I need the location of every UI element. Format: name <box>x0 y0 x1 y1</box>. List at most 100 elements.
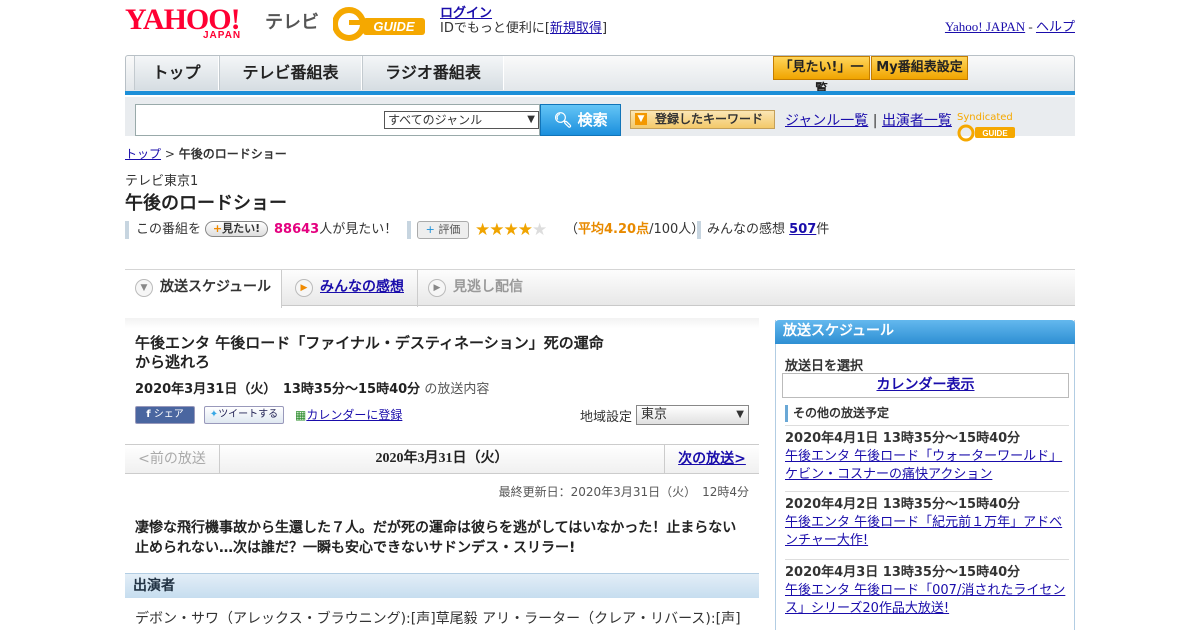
impressions-label: みんなの感想 <box>707 222 786 237</box>
syndicated-label: Syndicated GUIDE <box>957 112 1075 143</box>
wanna-list-button[interactable]: 「見たい!」一覧 <box>773 56 870 97</box>
episode-date-value: 2020年3月31日（火） 13時35分～15時40分 <box>135 382 421 397</box>
tab-impressions[interactable]: ▶ みんなの感想 <box>285 270 415 307</box>
channel-name: テレビ東京1 <box>125 174 199 189</box>
last-updated: 最終更新日：2020年3月31日（火） 12時4分 <box>498 485 749 499</box>
play-icon: ▶ <box>428 279 446 297</box>
impressions-summary: みんなの感想 507件 <box>707 220 829 240</box>
tweet-label: ツイートする <box>218 409 279 420</box>
registered-keyword-button[interactable]: ▼ 登録したキーワード <box>630 110 775 129</box>
rate-button[interactable]: + 評価 <box>417 221 469 239</box>
current-broadcast-date: 2020年3月31日（火） <box>375 451 509 466</box>
stat-divider <box>697 221 701 239</box>
list-item: 2020年4月2日 13時35分～15時40分 午後エンタ 午後ロード「紀元前１… <box>785 491 1069 550</box>
cast-list-link[interactable]: 出演者一覧 <box>882 113 952 129</box>
episode-date: 2020年3月31日（火） 13時35分～15時40分 の放送内容 <box>135 378 489 397</box>
breadcrumb-top[interactable]: トップ <box>125 147 161 161</box>
program-subtabs: ▼ 放送スケジュール ▶ みんなの感想 ▶ 見逃し配信 <box>125 269 1075 308</box>
search-links: ジャンル一覧 | 出演者一覧 <box>785 110 952 130</box>
eval-label: 評価 <box>438 223 461 236</box>
keyword-label: 登録したキーワード <box>655 112 764 126</box>
broadcast-title-link[interactable]: 午後エンタ 午後ロード「紀元前１万年」アドベンチャー大作! <box>785 515 1062 548</box>
calendar-view-button[interactable]: カレンダー表示 <box>782 373 1069 398</box>
prev-broadcast: <前の放送 <box>125 445 220 473</box>
broadcast-pager: <前の放送 2020年3月31日（火） 次の放送> <box>125 444 759 474</box>
this-program-label: この番組を <box>136 222 202 237</box>
region-label: 地域設定 <box>580 410 633 425</box>
broadcast-date: 2020年4月1日 13時35分～15時40分 <box>785 431 1021 446</box>
facebook-share-button[interactable]: f シェア <box>135 406 195 424</box>
stat-divider <box>407 221 411 239</box>
id-text: IDでもっと便利に[ <box>440 21 550 36</box>
schedule-sidebar: 放送スケジュール 放送日を選択 カレンダー表示 その他の放送予定 2020年4月… <box>775 320 1075 630</box>
tweet-button[interactable]: ✦ツイートする <box>204 406 284 424</box>
avg-value: 平均4.20点 <box>578 222 650 237</box>
nav-tab-radio-schedule[interactable]: ラジオ番組表 <box>362 56 504 90</box>
broadcast-date: 2020年4月2日 13時35分～15時40分 <box>785 497 1021 512</box>
svg-text:GUIDE: GUIDE <box>982 129 1008 138</box>
average-rating: （平均4.20点/100人） <box>565 220 704 240</box>
dropdown-arrow-icon: ▼ <box>736 409 744 420</box>
help-link[interactable]: ヘルプ <box>1036 19 1075 34</box>
region-value: 東京 <box>641 407 668 422</box>
tab-schedule-label: 放送スケジュール <box>160 279 272 295</box>
gguide-logo[interactable]: GUIDE <box>333 7 433 41</box>
next-broadcast-cell: 次の放送> <box>664 445 759 473</box>
link-sep: - <box>1025 19 1036 34</box>
genre-select[interactable]: すべてのジャンル ▼ <box>384 111 539 129</box>
nav-tab-top[interactable]: トップ <box>134 56 219 90</box>
login-link[interactable]: ログイン <box>440 6 492 21</box>
nav-accent-bar <box>125 91 1075 95</box>
main-nav: トップ テレビ番組表 ラジオ番組表 「見たい!」一覧 My番組表設定 <box>125 55 1075 97</box>
gguide-small-logo: GUIDE <box>957 124 1015 142</box>
episode-header: 午後エンタ 午後ロード「ファイナル・デスティネーション」死の運命から逃れろ 20… <box>125 318 759 443</box>
link-divider: | <box>872 113 878 129</box>
tab-impressions-label[interactable]: みんなの感想 <box>320 279 404 295</box>
my-schedule-settings-button[interactable]: My番組表設定 <box>871 56 968 80</box>
stat-divider <box>125 221 129 239</box>
broadcast-date: 2020年4月3日 13時35分～15時40分 <box>785 565 1021 580</box>
list-item: 2020年4月1日 13時35分～15時40分 午後エンタ 午後ロード「ウォータ… <box>785 425 1069 484</box>
episode-description: 凄惨な飛行機事故から生還した７人。だが死の運命は彼らを逃がしてはいなかった！止ま… <box>135 520 737 556</box>
share-label: シェア <box>153 409 184 420</box>
signup-link[interactable]: 新規取得 <box>550 21 602 36</box>
calendar-register-link[interactable]: カレンダーに登録 <box>306 408 402 422</box>
breadcrumb: トップ > 午後のロードショー <box>125 145 287 162</box>
yahoo-japan-logo[interactable]: YAHOO! JAPAN <box>125 5 260 42</box>
tab-schedule[interactable]: ▼ 放送スケジュール <box>125 270 282 308</box>
tab-vod-label: 見逃し配信 <box>453 279 523 295</box>
play-icon: ▶ <box>295 279 313 297</box>
breadcrumb-sep: > <box>161 147 179 161</box>
avg-open: （ <box>565 222 579 237</box>
syndicated-text: Syndicated <box>957 112 1013 123</box>
twitter-icon: ✦ <box>209 409 219 420</box>
list-item: 2020年4月3日 13時35分～15時40分 午後エンタ 午後ロード「007/… <box>785 559 1069 618</box>
broadcast-title-link[interactable]: 午後エンタ 午後ロード「ウォーターワールド」ケビン・コスナーの痛快アクション <box>785 449 1062 482</box>
plus-icon: + <box>425 223 435 236</box>
tv-label[interactable]: テレビ <box>265 8 319 34</box>
episode-title: 午後エンタ 午後ロード「ファイナル・デスティネーション」死の運命から逃れろ <box>135 334 604 371</box>
mitai-button[interactable]: +見たい! <box>205 221 268 237</box>
nav-tab-tv-schedule[interactable]: テレビ番組表 <box>219 56 362 90</box>
sidebar-header: 放送スケジュール <box>775 320 1075 344</box>
broadcast-title-link[interactable]: 午後エンタ 午後ロード「007/消されたライセンス」シリーズ20作品大放送! <box>785 583 1065 616</box>
top-right-links: Yahoo! JAPAN - ヘルプ <box>945 16 1075 35</box>
impressions-count-link[interactable]: 507 <box>789 222 816 237</box>
select-date-label: 放送日を選択 <box>785 359 864 374</box>
next-broadcast-link[interactable]: 次の放送> <box>678 451 746 467</box>
want-count: 88643 <box>274 222 320 237</box>
svg-text:GUIDE: GUIDE <box>373 19 415 34</box>
yahoo-japan-link[interactable]: Yahoo! JAPAN <box>945 19 1025 34</box>
calendar-view-link[interactable]: カレンダー表示 <box>877 377 975 393</box>
other-broadcasts-header: その他の放送予定 <box>785 405 1066 422</box>
rating-stars: ★★★★★ <box>475 220 547 240</box>
region-select[interactable]: 東京 ▼ <box>636 405 749 425</box>
calendar-register[interactable]: ▦カレンダーに登録 <box>295 406 402 423</box>
plus-icon: + <box>212 222 223 235</box>
page-title: 午後のロードショー <box>125 193 287 214</box>
genre-list-link[interactable]: ジャンル一覧 <box>785 113 868 129</box>
search-button[interactable]: 🔍︎ 検索 <box>540 104 621 136</box>
cast-header: 出演者 <box>125 573 759 598</box>
logo-sub: JAPAN <box>203 30 242 41</box>
tab-vod: ▶ 見逃し配信 <box>417 270 567 307</box>
